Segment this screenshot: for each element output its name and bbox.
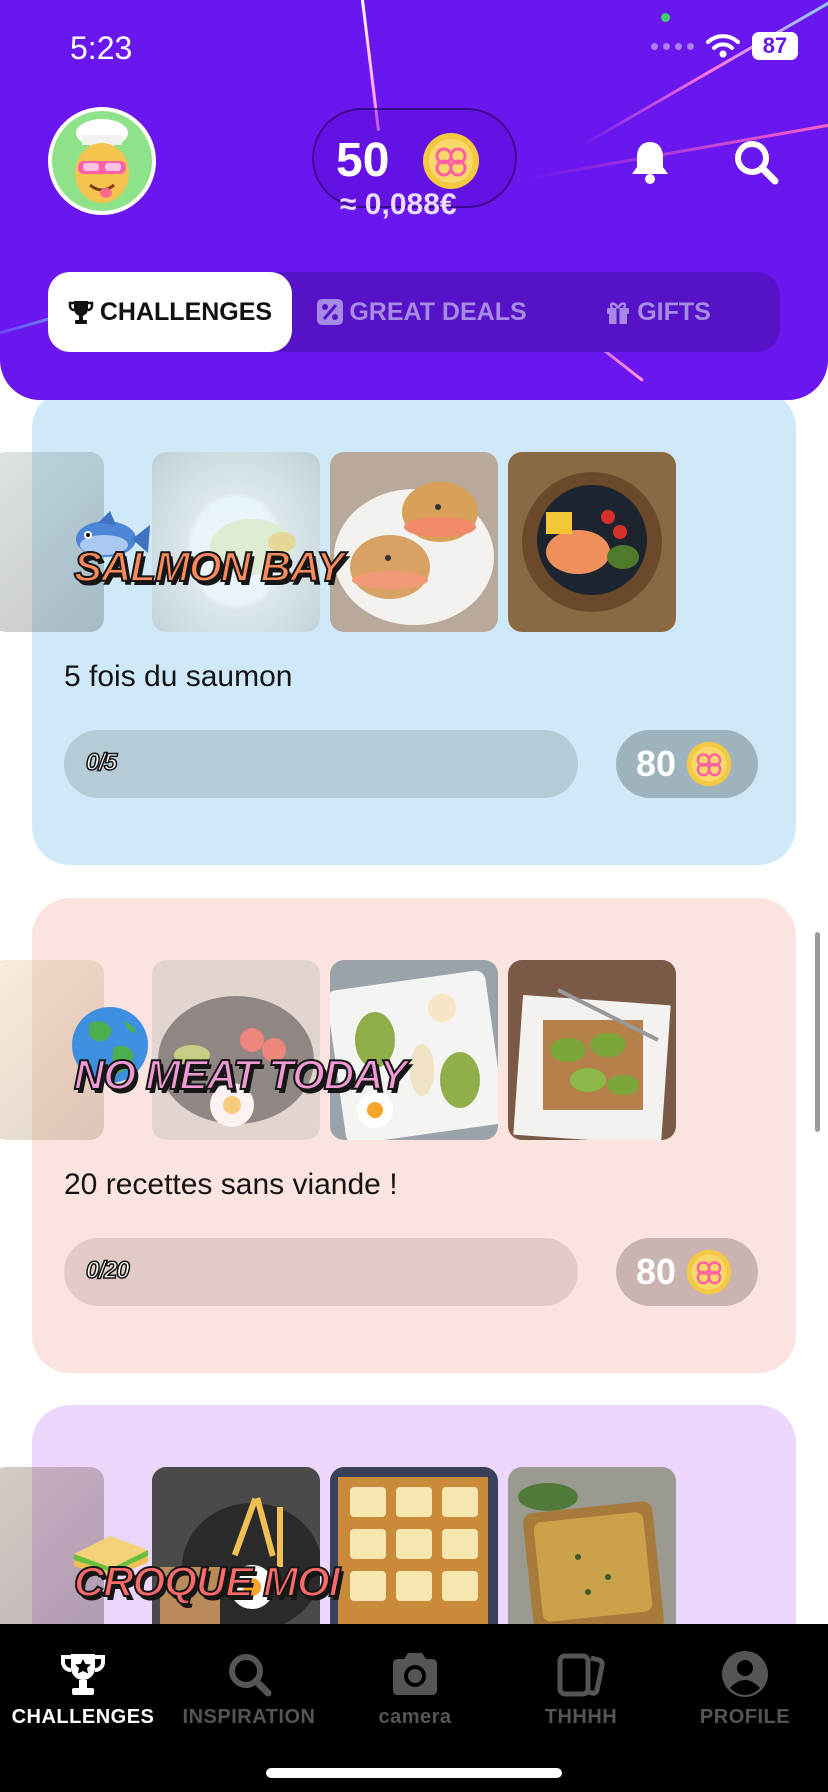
balance-euro-value: ≈ 0,088€ [340,188,457,221]
nav-label: INSPIRATION [182,1706,316,1728]
section-tabs: CHALLENGES GREAT DEALS GIFTS [48,272,780,352]
progress-label: 0/5 [85,748,118,777]
reward-value: 80 [636,743,677,784]
scrollbar[interactable] [815,932,820,1132]
food-photo [330,1467,498,1647]
nav-item-profile[interactable]: PROFILE [662,1650,828,1729]
nav-item-inspiration[interactable]: INSPIRATION [166,1650,332,1729]
search-icon [229,1654,272,1697]
cards-icon [557,1653,605,1697]
tab-gifts[interactable]: GIFTS [548,272,768,352]
challenge-title: NO MEAT TODAY [73,1050,408,1099]
status-time: 5:23 [70,30,133,66]
nav-label: THHHH [544,1706,618,1728]
status-icons: 87 [651,32,798,60]
trophy-icon [68,301,94,324]
tab-great-deals[interactable]: GREAT DEALS [304,272,540,352]
challenge-title: SALMON BAY [73,542,345,591]
challenge-progress-bar: 0/20 [64,1238,578,1306]
food-photo [152,1467,320,1647]
challenge-card-salmon-bay[interactable]: SALMON BAY 5 fois du saumon 0/5 80 [0,390,796,865]
privacy-indicator-dot [661,13,670,22]
gift-icon [607,302,630,324]
tab-label: GREAT DEALS [349,297,527,326]
bell-icon [632,142,668,184]
coin-balance: 50 [336,134,390,187]
reward-value: 80 [636,1251,677,1292]
percent-icon [317,299,344,325]
tab-challenges[interactable]: CHALLENGES [48,272,292,352]
battery-indicator: 87 [752,32,798,60]
cellular-signal-icon [651,42,694,50]
notifications-button[interactable] [622,134,678,190]
nav-label: camera [378,1706,452,1728]
nav-label: PROFILE [699,1706,791,1728]
challenge-progress-bar: 0/5 [64,730,578,798]
chef-avatar-icon [75,119,129,203]
trophy-icon [61,1654,105,1695]
nav-item-camera[interactable]: camera [332,1650,498,1729]
nav-label: CHALLENGES [11,1706,155,1728]
food-photo [508,452,676,632]
food-photo [508,960,676,1140]
nav-item-thhhh[interactable]: THHHH [498,1650,664,1729]
nav-item-challenges[interactable]: CHALLENGES [0,1650,166,1729]
food-photo [330,960,498,1140]
reward-badge: 80 [616,730,758,798]
challenge-card-no-meat-today[interactable]: NO MEAT TODAY 20 recettes sans viande ! … [0,898,796,1373]
food-photo [152,452,320,632]
food-photo [330,452,498,632]
profile-icon [722,1651,768,1697]
camera-icon [393,1653,437,1695]
challenge-photos [0,452,792,632]
challenge-description: 5 fois du saumon [64,660,293,693]
reward-badge: 80 [616,1238,758,1306]
app-header: 5:23 87 50 ≈ 0,088€ CHALLENGES GREAT DEA… [0,0,828,400]
challenge-photos [0,960,792,1140]
challenge-description: 20 recettes sans viande ! [64,1168,398,1201]
decorative-streak [579,0,828,148]
challenge-title: CROQUE MOI [73,1557,341,1606]
food-photo [508,1467,676,1647]
search-button[interactable] [728,134,784,190]
bottom-navigation: CHALLENGES INSPIRATION camera THHHH PROF… [0,1624,828,1792]
coin-icon [686,1249,732,1295]
wifi-icon [706,34,740,58]
tab-label: GIFTS [637,297,711,326]
coin-icon [686,741,732,787]
tab-label: CHALLENGES [99,297,273,326]
progress-label: 0/20 [85,1256,130,1285]
home-indicator [266,1768,562,1778]
avatar[interactable] [48,107,156,215]
challenge-photos [0,1467,792,1647]
search-icon [735,141,779,185]
food-photo [152,960,320,1140]
coin-icon [423,133,479,189]
